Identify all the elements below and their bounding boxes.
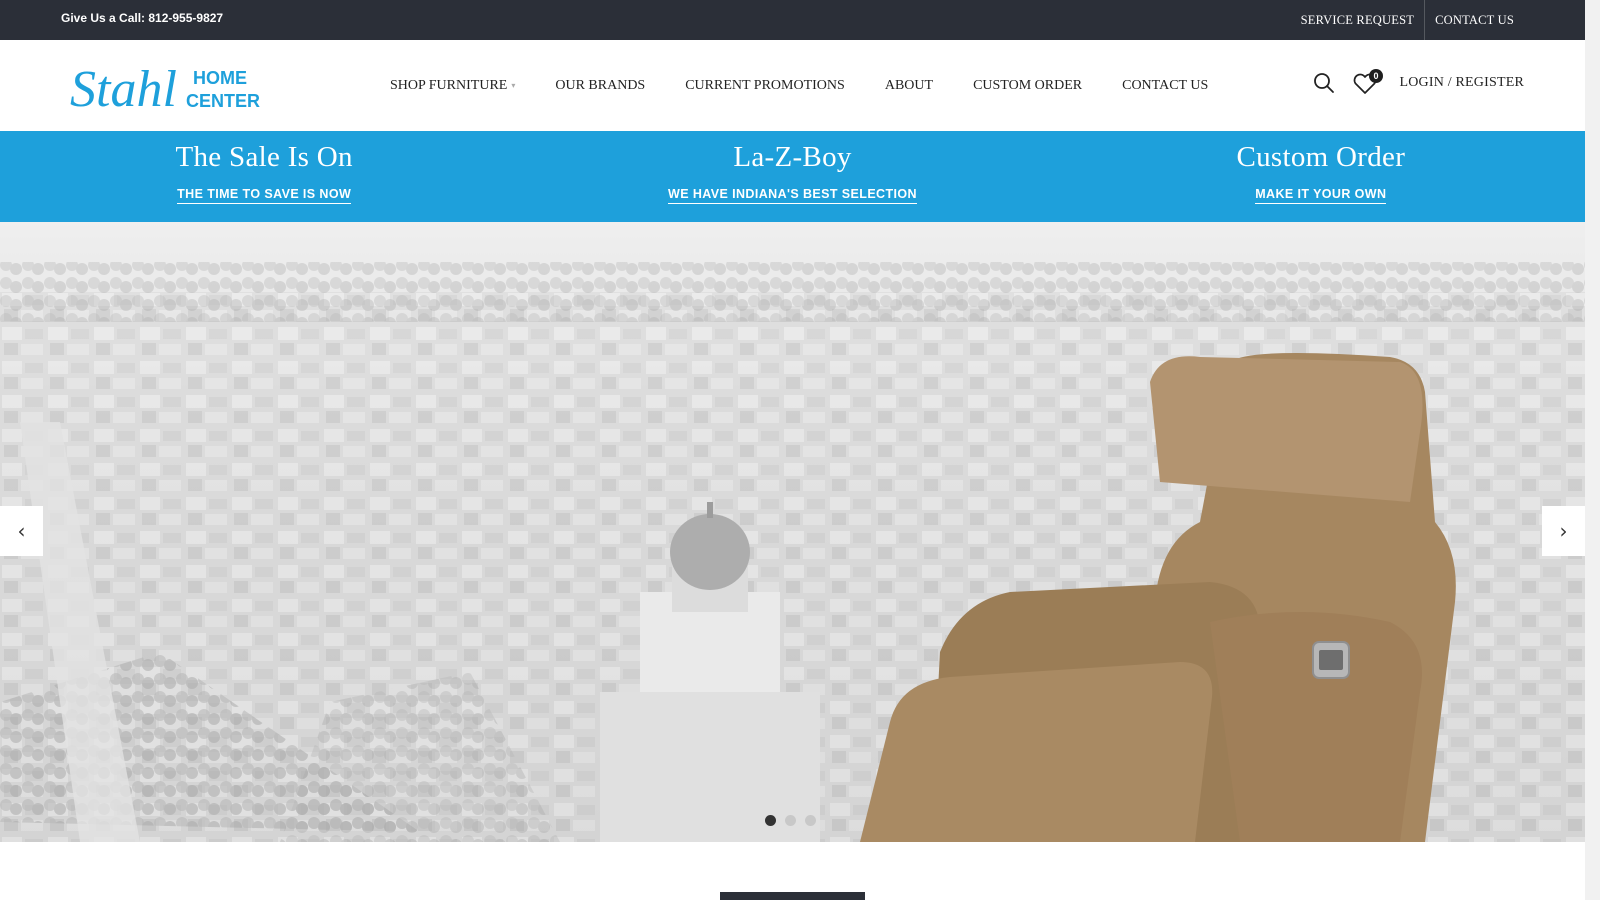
phone-number[interactable]: Give Us a Call: 812-955-9827: [61, 0, 223, 37]
promo-title: La-Z-Boy: [733, 141, 852, 173]
chevron-right-icon: ›: [1559, 519, 1568, 543]
wishlist-count-badge: 0: [1369, 69, 1383, 83]
promo-link[interactable]: THE TIME TO SAVE IS NOW: [177, 187, 352, 204]
promo-strip: The Sale Is On THE TIME TO SAVE IS NOW L…: [0, 131, 1585, 222]
promo-title: The Sale Is On: [175, 141, 353, 173]
slider-prev-button[interactable]: ‹: [0, 506, 43, 556]
nav-current-promotions[interactable]: CURRENT PROMOTIONS: [685, 78, 845, 94]
hero-slide-image: [0, 222, 1585, 842]
slide-dot-3[interactable]: [805, 815, 816, 826]
slider-pagination: [765, 815, 816, 826]
slide-dot-1[interactable]: [765, 815, 776, 826]
logo-home: HOME: [193, 68, 247, 88]
chevron-down-icon: ▾: [511, 81, 516, 90]
login-register-link[interactable]: LOGIN / REGISTER: [1399, 40, 1524, 126]
search-icon[interactable]: [1313, 72, 1335, 94]
nav-our-brands[interactable]: OUR BRANDS: [555, 78, 645, 94]
nav-label: SHOP FURNITURE: [390, 77, 508, 93]
nav-about[interactable]: ABOUT: [885, 78, 933, 94]
nav-shop-furniture[interactable]: SHOP FURNITURE ▾: [390, 78, 515, 94]
promo-sale: The Sale Is On THE TIME TO SAVE IS NOW: [0, 131, 528, 222]
nav-custom-order[interactable]: CUSTOM ORDER: [973, 78, 1082, 94]
slide-dot-2[interactable]: [785, 815, 796, 826]
stahl-home-center-logo[interactable]: Stahl HOME CENTER: [70, 54, 270, 116]
main-nav: SHOP FURNITURE ▾ OUR BRANDS CURRENT PROM…: [390, 40, 1248, 131]
logo-script: Stahl: [70, 61, 177, 116]
slider-next-button[interactable]: ›: [1542, 506, 1585, 556]
logo-center: CENTER: [186, 91, 260, 111]
hero-slider[interactable]: ‹ ›: [0, 222, 1585, 842]
chevron-left-icon: ‹: [17, 519, 26, 543]
service-request-link[interactable]: SERVICE REQUEST: [1291, 0, 1424, 40]
page-scrollbar[interactable]: [1585, 0, 1600, 900]
section-button[interactable]: [720, 892, 865, 900]
promo-custom-order: Custom Order MAKE IT YOUR OWN: [1057, 131, 1585, 222]
nav-contact-us[interactable]: CONTACT US: [1122, 78, 1208, 94]
top-utility-bar: Give Us a Call: 812-955-9827 SERVICE REQ…: [0, 0, 1585, 40]
promo-link[interactable]: WE HAVE INDIANA'S BEST SELECTION: [668, 187, 917, 204]
promo-lazboy: La-Z-Boy WE HAVE INDIANA'S BEST SELECTIO…: [528, 131, 1056, 222]
promo-link[interactable]: MAKE IT YOUR OWN: [1255, 187, 1387, 204]
top-links: SERVICE REQUEST CONTACT US: [1291, 0, 1524, 40]
top-contact-us-link[interactable]: CONTACT US: [1425, 0, 1524, 40]
promo-title: Custom Order: [1236, 141, 1406, 173]
site-header: Stahl HOME CENTER SHOP FURNITURE ▾ OUR B…: [0, 40, 1585, 131]
